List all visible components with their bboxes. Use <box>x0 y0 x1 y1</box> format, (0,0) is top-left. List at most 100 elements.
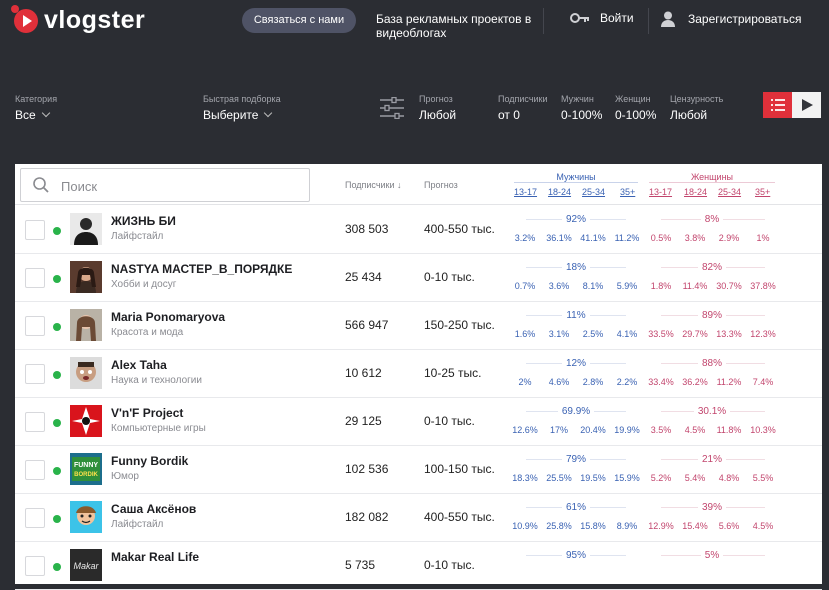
women-group-header: Женщины <box>690 172 734 182</box>
channel-name[interactable]: Funny Bordik <box>111 454 188 468</box>
avatar[interactable] <box>70 261 102 293</box>
row-checkbox[interactable] <box>25 268 45 288</box>
avatar[interactable] <box>70 213 102 245</box>
men-total-value: 61% <box>561 502 590 513</box>
women-pct-35: 4.5% <box>752 521 774 531</box>
women-pct-25-34: 13.3% <box>716 329 742 339</box>
logo[interactable]: vlogster <box>11 4 145 35</box>
table-row[interactable]: Саша Аксёнов Лайфстайл 182 082 400-550 т… <box>15 493 822 542</box>
avatar[interactable] <box>70 405 102 437</box>
men-total: 95% <box>514 550 638 561</box>
row-checkbox[interactable] <box>25 220 45 240</box>
women-pct-35: 10.3% <box>750 425 776 435</box>
category-value: Все <box>15 108 36 122</box>
login-label: Войти <box>600 11 634 25</box>
login-link[interactable]: Войти <box>570 11 634 25</box>
women-pct-25-34: 2.9% <box>718 233 740 243</box>
subscribers-column-header[interactable]: Подписчики ↓ <box>345 180 402 190</box>
online-status-dot <box>53 515 61 523</box>
row-checkbox[interactable] <box>25 412 45 432</box>
row-checkbox[interactable] <box>25 556 45 576</box>
men-total-value: 95% <box>561 550 590 561</box>
contact-us-button[interactable]: Связаться с нами <box>242 8 356 33</box>
men-pct-13-17: 3.2% <box>514 233 536 243</box>
filters-bar: Категория Все Быстрая подборка Выберите … <box>0 92 829 132</box>
avatar[interactable] <box>70 357 102 389</box>
forecast-value: 100-150 тыс. <box>424 462 495 476</box>
online-status-dot <box>53 563 61 571</box>
women-pct-13-17: 5.2% <box>650 473 672 483</box>
women-age-18-24[interactable]: 18-24 <box>684 187 707 197</box>
table-row[interactable]: NASTYA МАСТЕР_В_ПОРЯДКЕ Хобби и досуг 25… <box>15 253 822 302</box>
men-age-25-34[interactable]: 25-34 <box>582 187 605 197</box>
women-filter[interactable]: 0-100% <box>615 108 656 122</box>
avatar[interactable] <box>70 309 102 341</box>
women-age-13-17[interactable]: 13-17 <box>649 187 672 197</box>
quick-pick-select[interactable]: Выберите <box>203 108 273 122</box>
online-status-dot <box>53 275 61 283</box>
subscribers-value: 5 735 <box>345 558 376 572</box>
table-row[interactable]: Alex Taha Наука и технологии 10 612 10-2… <box>15 349 822 398</box>
subscribers-filter[interactable]: от 0 <box>498 108 520 122</box>
forecast-filter[interactable]: Любой <box>419 108 456 122</box>
channel-name[interactable]: Maria Ponomaryova <box>111 310 225 324</box>
men-pct-18-24: 36.1% <box>546 233 572 243</box>
avatar-text-funny: FUNNY <box>74 462 98 469</box>
register-link[interactable]: Зарегистрироваться <box>661 11 801 27</box>
row-checkbox[interactable] <box>25 460 45 480</box>
censorship-filter[interactable]: Любой <box>670 108 707 122</box>
men-pct-18-24: 25.5% <box>546 473 572 483</box>
list-icon <box>770 99 785 111</box>
women-age-35[interactable]: 35+ <box>755 187 770 197</box>
men-total: 79% <box>514 454 638 465</box>
men-total: 18% <box>514 262 638 273</box>
women-total-value: 30.1% <box>693 406 731 417</box>
women-total-value: 89% <box>697 310 726 321</box>
avatar[interactable] <box>70 501 102 533</box>
forecast-label: Прогноз <box>419 94 453 104</box>
row-checkbox[interactable] <box>25 508 45 528</box>
men-age-18-24[interactable]: 18-24 <box>548 187 571 197</box>
men-pct-25-34: 8.1% <box>582 281 604 291</box>
table-row[interactable]: Makar Makar Real Life 5 735 0-10 тыс. 95… <box>15 541 822 590</box>
women-total: 89% <box>649 310 775 321</box>
subscribers-value: 10 612 <box>345 366 382 380</box>
women-total-value: 5% <box>700 550 724 561</box>
men-filter[interactable]: 0-100% <box>561 108 602 122</box>
women-pct-13-17: 33.4% <box>648 377 674 387</box>
table-row[interactable]: ЖИЗНЬ БИ Лайфстайл 308 503 400-550 тыс. … <box>15 205 822 254</box>
men-total-value: 79% <box>561 454 590 465</box>
play-view-button[interactable] <box>792 92 821 118</box>
row-checkbox[interactable] <box>25 316 45 336</box>
sliders-icon[interactable] <box>380 97 404 119</box>
channel-name[interactable]: V'n'F Project <box>111 406 183 420</box>
row-checkbox[interactable] <box>25 364 45 384</box>
channel-name[interactable]: Makar Real Life <box>111 550 199 564</box>
channel-name[interactable]: Alex Taha <box>111 358 167 372</box>
women-total: 30.1% <box>649 406 775 417</box>
avatar[interactable]: FUNNY BORDIK <box>70 453 102 485</box>
table-row[interactable]: Maria Ponomaryova Красота и мода 566 947… <box>15 301 822 350</box>
search-input[interactable] <box>59 175 303 197</box>
men-age-13-17[interactable]: 13-17 <box>514 187 537 197</box>
channel-name[interactable]: NASTYA МАСТЕР_В_ПОРЯДКЕ <box>111 262 292 276</box>
list-view-button[interactable] <box>763 92 792 118</box>
channel-category: Лайфстайл <box>111 519 164 530</box>
channel-name[interactable]: ЖИЗНЬ БИ <box>111 214 176 228</box>
avatar-text-bordik: BORDIK <box>74 472 98 478</box>
women-total-value: 8% <box>700 214 724 225</box>
women-pct-18-24: 29.7% <box>682 329 708 339</box>
table-row[interactable]: V'n'F Project Компьютерные игры 29 125 0… <box>15 397 822 446</box>
women-age-25-34[interactable]: 25-34 <box>718 187 741 197</box>
men-total: 61% <box>514 502 638 513</box>
category-select[interactable]: Все <box>15 108 50 122</box>
men-age-35[interactable]: 35+ <box>620 187 635 197</box>
table-row[interactable]: FUNNY BORDIK Funny Bordik Юмор 102 536 10… <box>15 445 822 494</box>
women-pct-25-34: 11.2% <box>716 377 742 387</box>
forecast-column-header[interactable]: Прогноз <box>424 180 458 190</box>
channel-name[interactable]: Саша Аксёнов <box>111 502 196 516</box>
user-icon <box>661 11 675 27</box>
men-pct-13-17: 10.9% <box>512 521 538 531</box>
men-total: 69.9% <box>514 406 638 417</box>
avatar[interactable]: Makar <box>70 549 102 581</box>
